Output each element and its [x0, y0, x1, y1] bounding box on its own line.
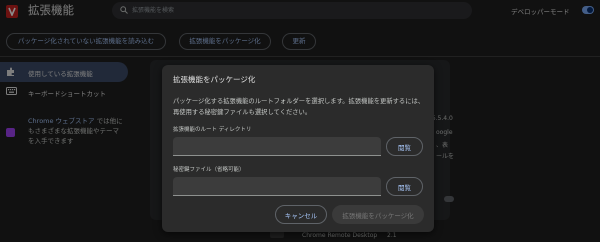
root-directory-label: 拡張機能のルート ディレクトリ [173, 127, 252, 133]
private-key-label: 秘密鍵ファイル（省略可能） [173, 167, 245, 173]
dialog-title: 拡張機能をパッケージ化 [173, 75, 256, 84]
browse-root-button[interactable]: 閲覧 [386, 137, 423, 156]
pack-extension-dialog: 拡張機能をパッケージ化 パッケージ化する拡張機能のルートフォルダーを選択します。… [162, 65, 434, 232]
browse-key-button[interactable]: 閲覧 [386, 177, 423, 196]
dialog-description: パッケージ化する拡張機能のルートフォルダーを選択します。拡張機能を更新するには、… [173, 98, 425, 116]
pack-button[interactable]: 拡張機能をパッケージ化 [332, 205, 424, 224]
private-key-input[interactable] [173, 177, 381, 196]
root-directory-input[interactable] [173, 137, 381, 156]
cancel-button[interactable]: キャンセル [275, 205, 327, 224]
